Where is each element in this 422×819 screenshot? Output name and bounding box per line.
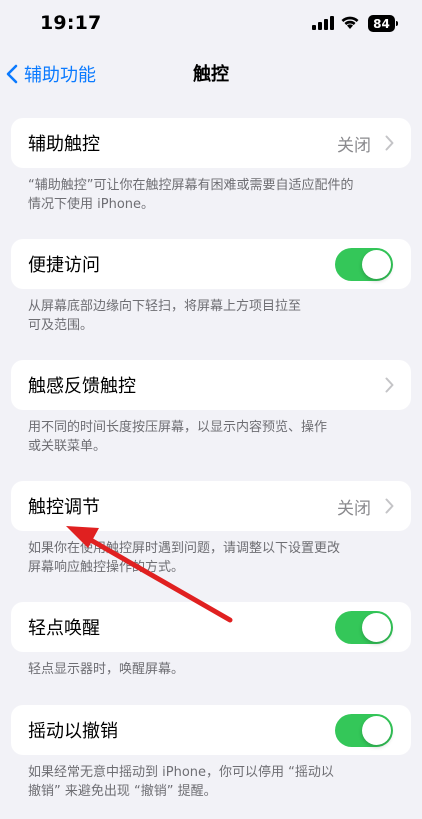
- shake-to-undo-toggle[interactable]: [335, 714, 393, 747]
- section-footer: 如果经常无意中摇动到 iPhone，你可以停用 “摇动以 撤销” 来避免出现 “…: [28, 763, 398, 801]
- section-footer: 轻点显示器时，唤醒屏幕。: [28, 660, 398, 679]
- footer-line: 可及范围。: [28, 318, 94, 333]
- status-bar: 19:17 84: [0, 0, 422, 46]
- footer-line: 或关联菜单。: [28, 439, 107, 454]
- row-value: 关闭: [337, 498, 371, 519]
- battery-indicator: 84: [368, 15, 398, 32]
- row-haptic-touch[interactable]: 触感反馈触控: [11, 360, 411, 410]
- toggle-knob: [362, 250, 391, 279]
- battery-level: 84: [373, 16, 390, 31]
- footer-line: 轻点显示器时，唤醒屏幕。: [28, 662, 185, 677]
- row-shake-to-undo: 摇动以撤销: [11, 705, 411, 755]
- footer-line: “辅助触控”可让你在触控屏幕有困难或需要自适应配件的: [28, 178, 354, 193]
- footer-line: 屏幕响应触控操作的方式。: [28, 560, 185, 575]
- section-footer: 如果你在使用触控屏时遇到问题，请调整以下设置更改 屏幕响应触控操作的方式。: [28, 539, 398, 577]
- section-footer: 从屏幕底部边缘向下轻扫，将屏幕上方项目拉至 可及范围。: [28, 297, 398, 335]
- row-value: 关闭: [337, 135, 371, 156]
- row-tap-to-wake: 轻点唤醒: [11, 602, 411, 652]
- footer-line: 情况下使用 iPhone。: [28, 197, 155, 212]
- footer-line: 如果经常无意中摇动到 iPhone，你可以停用 “摇动以: [28, 765, 334, 780]
- tap-to-wake-toggle[interactable]: [335, 611, 393, 644]
- row-reachability: 便捷访问: [11, 239, 411, 289]
- toggle-knob: [362, 613, 391, 642]
- footer-line: 用不同的时间长度按压屏幕，以显示内容预览、操作: [28, 420, 328, 435]
- row-label: 触控调节: [28, 497, 100, 518]
- row-touch-accommodations[interactable]: 触控调节 关闭: [11, 481, 411, 531]
- row-label: 辅助触控: [28, 134, 100, 155]
- row-label: 触感反馈触控: [28, 376, 136, 397]
- footer-line: 如果你在使用触控屏时遇到问题，请调整以下设置更改: [28, 541, 341, 556]
- cellular-signal-icon: [312, 16, 334, 30]
- row-label: 轻点唤醒: [28, 618, 100, 639]
- row-label: 摇动以撤销: [28, 721, 118, 742]
- status-time: 19:17: [40, 12, 102, 34]
- chevron-right-icon: [385, 377, 394, 393]
- footer-line: 从屏幕底部边缘向下轻扫，将屏幕上方项目拉至: [28, 299, 302, 314]
- section-footer: “辅助触控”可让你在触控屏幕有困难或需要自适应配件的 情况下使用 iPhone。: [28, 176, 398, 214]
- chevron-right-icon: [385, 498, 394, 514]
- section-footer: 用不同的时间长度按压屏幕，以显示内容预览、操作 或关联菜单。: [28, 418, 398, 456]
- wifi-icon: [341, 16, 359, 29]
- page-title: 触控: [193, 64, 229, 85]
- reachability-toggle[interactable]: [335, 248, 393, 281]
- footer-line: 撤销” 来避免出现 “撤销” 提醒。: [28, 784, 217, 799]
- row-assistive-touch[interactable]: 辅助触控 关闭: [11, 118, 411, 168]
- chevron-right-icon: [385, 135, 394, 151]
- row-label: 便捷访问: [28, 255, 100, 276]
- toggle-knob: [362, 716, 391, 745]
